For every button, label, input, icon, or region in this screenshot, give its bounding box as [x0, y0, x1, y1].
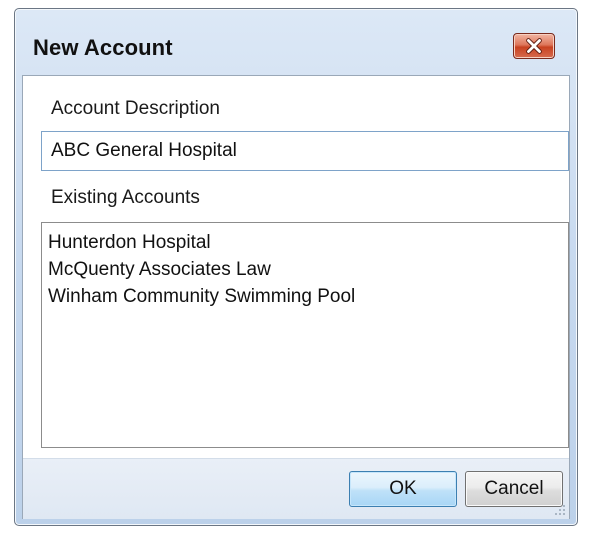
window-title: New Account [33, 35, 173, 60]
list-item[interactable]: Hunterdon Hospital [48, 229, 568, 256]
close-icon [526, 38, 542, 54]
dialog-content: Account Description Existing Accounts Hu… [22, 75, 570, 519]
existing-accounts-label: Existing Accounts [51, 187, 200, 208]
ok-button[interactable]: OK [349, 471, 457, 507]
cancel-button[interactable]: Cancel [465, 471, 563, 507]
list-item[interactable]: McQuenty Associates Law [48, 256, 568, 283]
existing-accounts-list[interactable]: Hunterdon Hospital McQuenty Associates L… [41, 222, 569, 448]
account-description-input[interactable] [41, 131, 569, 171]
account-description-label: Account Description [51, 98, 220, 119]
new-account-dialog: New Account Account Description Existing… [14, 8, 578, 526]
resize-grip-icon[interactable] [553, 503, 567, 517]
title-bar[interactable]: New Account [15, 9, 577, 73]
button-bar: OK Cancel [23, 458, 569, 519]
close-button[interactable] [513, 33, 555, 59]
list-item[interactable]: Winham Community Swimming Pool [48, 283, 568, 310]
